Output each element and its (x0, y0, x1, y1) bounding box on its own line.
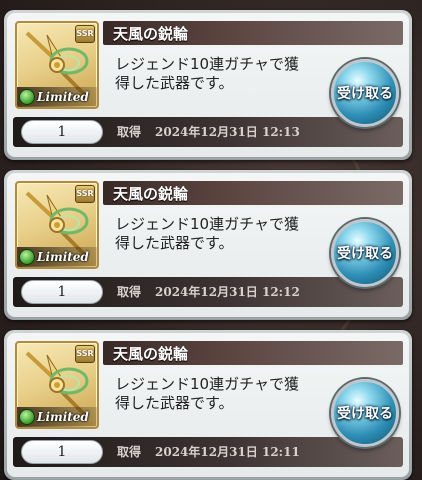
item-description: レジェンド10連ガチャで獲 得した武器です。 (115, 215, 325, 253)
limited-strip: Limited (17, 407, 97, 427)
quantity-field[interactable]: 1 (21, 280, 103, 304)
item-title-bar: 天風の鋭輪 (103, 181, 403, 205)
acquired-label: 取得 (117, 125, 142, 139)
receive-button-label: 受け取る (337, 406, 393, 422)
weapon-thumbnail[interactable]: SSR Limited (15, 181, 99, 269)
limited-strip: Limited (17, 87, 97, 107)
acquired-date: 2024年12月31日 12:12 (155, 285, 300, 299)
receive-button[interactable]: 受け取る (331, 59, 399, 127)
description-line: レジェンド10連ガチャで獲 (115, 375, 299, 393)
wind-element-icon (19, 249, 35, 265)
receive-button-label: 受け取る (337, 246, 393, 262)
acquired-date: 2024年12月31日 12:13 (155, 125, 300, 139)
acquired-date: 2024年12月31日 12:11 (155, 445, 300, 459)
gift-list: SSR Limited 天風の鋭輪 レジェンド10連ガチャで獲 得した武器です。… (0, 0, 422, 480)
acquired-label: 取得 (117, 445, 142, 459)
description-line: レジェンド10連ガチャで獲 (115, 55, 299, 73)
item-title-bar: 天風の鋭輪 (103, 341, 403, 365)
receive-button-label: 受け取る (337, 86, 393, 102)
limited-label: Limited (37, 90, 89, 104)
item-name: 天風の鋭輪 (113, 345, 189, 363)
description-line: レジェンド10連ガチャで獲 (115, 215, 299, 233)
item-title-bar: 天風の鋭輪 (103, 21, 403, 45)
item-description: レジェンド10連ガチャで獲 得した武器です。 (115, 375, 325, 413)
description-line: 得した武器です。 (115, 394, 234, 412)
description-line: 得した武器です。 (115, 234, 234, 252)
weapon-thumbnail[interactable]: SSR Limited (15, 21, 99, 109)
item-name: 天風の鋭輪 (113, 185, 189, 203)
acquired-label: 取得 (117, 285, 142, 299)
rarity-badge: SSR (75, 185, 95, 203)
wind-element-icon (19, 89, 35, 105)
limited-strip: Limited (17, 247, 97, 267)
gift-card-body: SSR Limited 天風の鋭輪 レジェンド10連ガチャで獲 得した武器です。… (7, 13, 409, 157)
receive-button[interactable]: 受け取る (331, 219, 399, 287)
item-description: レジェンド10連ガチャで獲 得した武器です。 (115, 55, 325, 93)
weapon-thumbnail[interactable]: SSR Limited (15, 341, 99, 429)
gift-card: SSR Limited 天風の鋭輪 レジェンド10連ガチャで獲 得した武器です。… (4, 330, 412, 480)
gift-card-body: SSR Limited 天風の鋭輪 レジェンド10連ガチャで獲 得した武器です。… (7, 333, 409, 477)
limited-label: Limited (37, 410, 89, 424)
item-name: 天風の鋭輪 (113, 25, 189, 43)
wind-element-icon (19, 409, 35, 425)
gift-card: SSR Limited 天風の鋭輪 レジェンド10連ガチャで獲 得した武器です。… (4, 10, 412, 160)
quantity-field[interactable]: 1 (21, 120, 103, 144)
gift-card: SSR Limited 天風の鋭輪 レジェンド10連ガチャで獲 得した武器です。… (4, 170, 412, 320)
rarity-badge: SSR (75, 25, 95, 43)
limited-label: Limited (37, 250, 89, 264)
gift-card-body: SSR Limited 天風の鋭輪 レジェンド10連ガチャで獲 得した武器です。… (7, 173, 409, 317)
rarity-badge: SSR (75, 345, 95, 363)
receive-button[interactable]: 受け取る (331, 379, 399, 447)
quantity-field[interactable]: 1 (21, 440, 103, 464)
description-line: 得した武器です。 (115, 74, 234, 92)
